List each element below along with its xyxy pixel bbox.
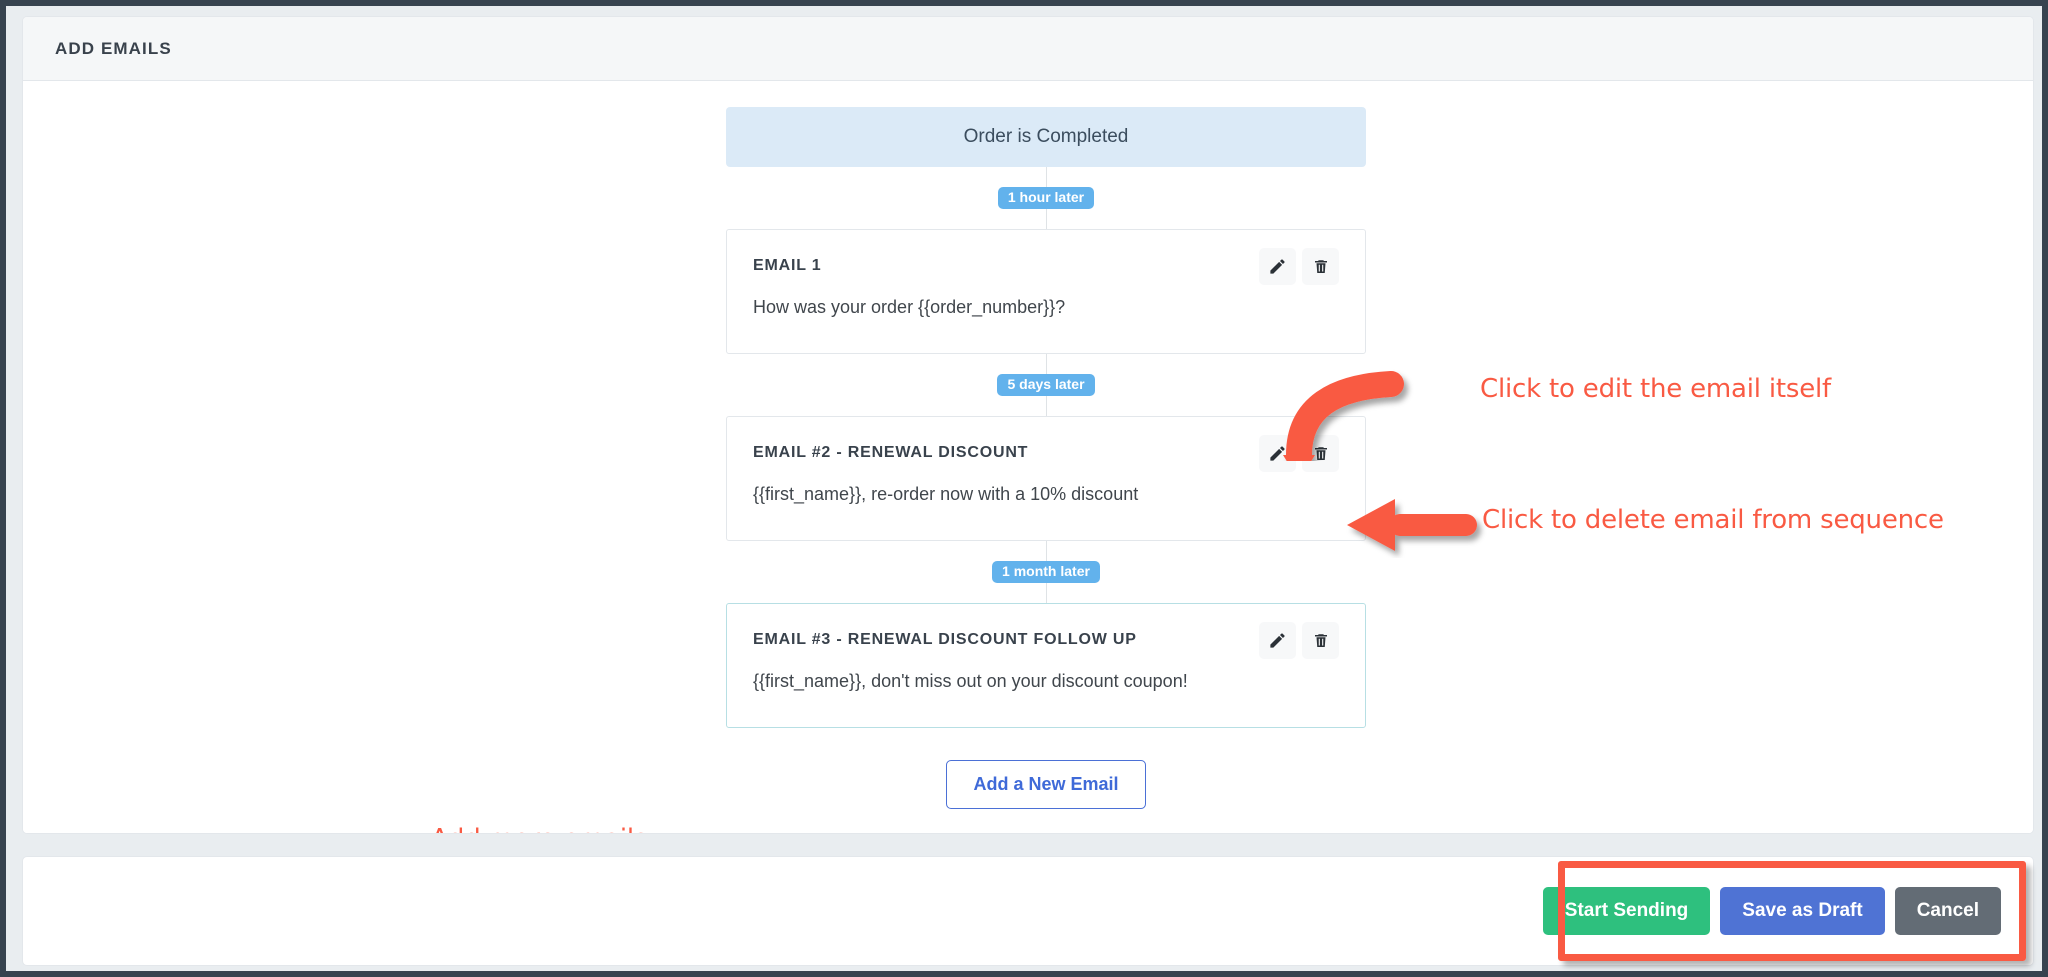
- trigger-label: Order is Completed: [964, 126, 1129, 148]
- cancel-button[interactable]: Cancel: [1895, 887, 2001, 935]
- trash-icon: [1312, 258, 1330, 276]
- edit-email-button-1[interactable]: [1259, 248, 1296, 285]
- annotation-add-hint-line1: Add more emails: [431, 824, 647, 834]
- page-title: ADD EMAILS: [55, 39, 172, 59]
- delay-badge-3: 1 month later: [992, 561, 1100, 583]
- delay-badge-1: 1 hour later: [998, 187, 1094, 209]
- email-card-title: EMAIL #3 - RENEWAL DISCOUNT FOLLOW UP: [753, 628, 1339, 649]
- add-emails-panel: ADD EMAILS Order is Completed 1 hour lat…: [22, 16, 2034, 834]
- card-actions-1: [1259, 248, 1339, 285]
- annotation-arrow-edit: [1261, 351, 1431, 461]
- delay-connector-3: 1 month later: [726, 541, 1366, 603]
- pencil-icon: [1268, 257, 1287, 276]
- app-screen: ADD EMAILS Order is Completed 1 hour lat…: [0, 0, 2048, 977]
- email-card-preview: {{first_name}}, re-order now with a 10% …: [753, 484, 1339, 505]
- delay-badge-2: 5 days later: [997, 374, 1094, 396]
- annotation-edit-hint: Click to edit the email itself: [1480, 374, 1831, 404]
- add-email-row: Add a New Email: [726, 760, 1366, 809]
- trash-icon: [1312, 632, 1330, 650]
- delete-email-button-3[interactable]: [1302, 622, 1339, 659]
- edit-email-button-3[interactable]: [1259, 622, 1296, 659]
- delay-connector-1: 1 hour later: [726, 167, 1366, 229]
- trigger-order-completed: Order is Completed: [726, 107, 1366, 167]
- delete-email-button-1[interactable]: [1302, 248, 1339, 285]
- card-actions-3: [1259, 622, 1339, 659]
- panel-header: ADD EMAILS: [23, 17, 2033, 81]
- annotation-arrow-delete: [1339, 486, 1487, 558]
- email-card-3[interactable]: EMAIL #3 - RENEWAL DISCOUNT FOLLOW UP {{…: [726, 603, 1366, 728]
- email-card-preview: How was your order {{order_number}}?: [753, 297, 1339, 318]
- email-card-preview: {{first_name}}, don't miss out on your d…: [753, 671, 1339, 692]
- email-card-1[interactable]: EMAIL 1 How was your order {{order_numbe…: [726, 229, 1366, 354]
- footer-bar: Start Sending Save as Draft Cancel: [22, 856, 2034, 966]
- email-card-title: EMAIL #2 - RENEWAL DISCOUNT: [753, 441, 1339, 462]
- pencil-icon: [1268, 631, 1287, 650]
- start-sending-button[interactable]: Start Sending: [1543, 887, 1711, 935]
- save-as-draft-button[interactable]: Save as Draft: [1720, 887, 1884, 935]
- annotation-delete-hint: Click to delete email from sequence: [1482, 505, 1944, 535]
- footer-button-group: Start Sending Save as Draft Cancel: [1543, 887, 2001, 935]
- add-new-email-button[interactable]: Add a New Email: [946, 760, 1145, 809]
- panel-body: Order is Completed 1 hour later EMAIL 1 …: [23, 81, 2033, 834]
- email-card-title: EMAIL 1: [753, 254, 1339, 275]
- annotation-add-hint: Add more emails to your sequence: [419, 821, 659, 834]
- annotation-arrow-add: [713, 829, 913, 834]
